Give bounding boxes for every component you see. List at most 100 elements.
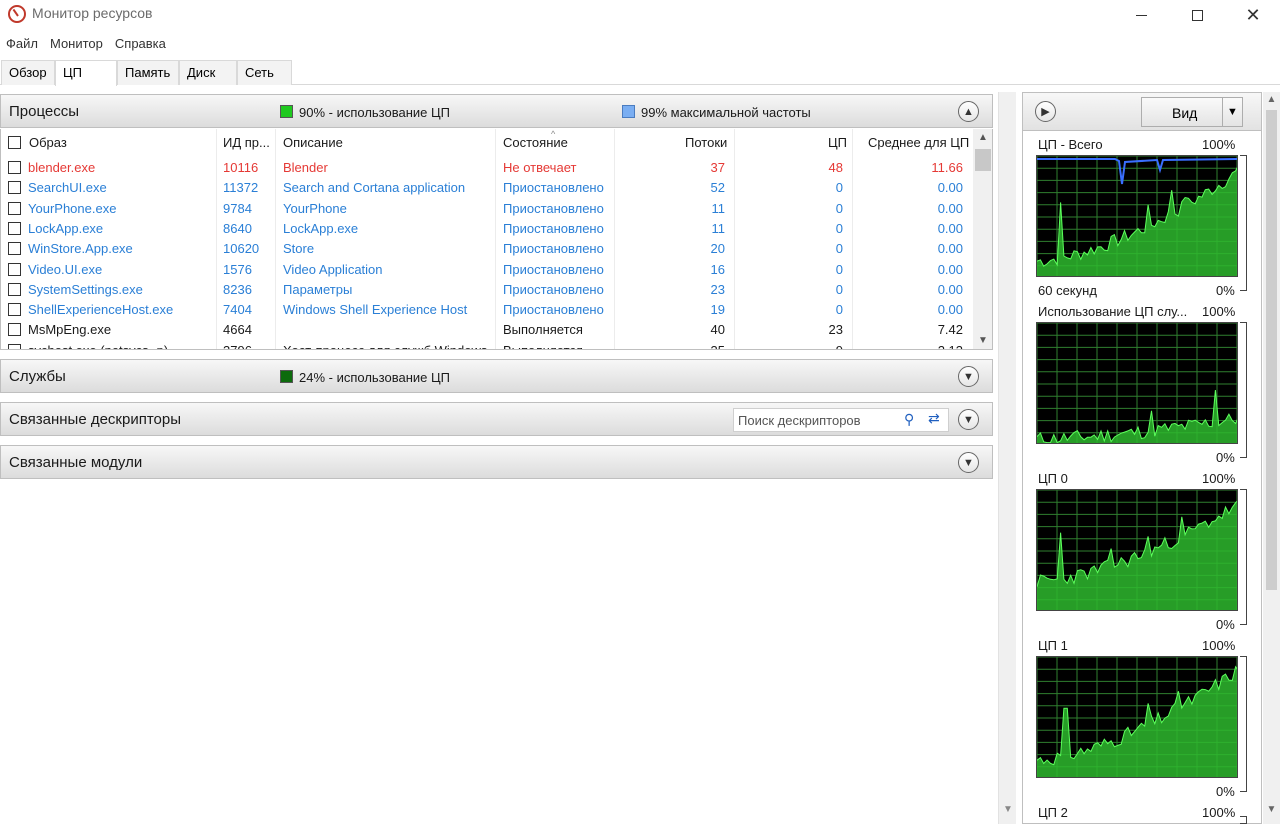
- scroll-down-icon[interactable]: ▼: [999, 804, 1017, 815]
- graphs-scrollbar[interactable]: ▲ ▼: [1263, 92, 1280, 824]
- window-title: Монитор ресурсов: [32, 5, 153, 21]
- cell-image: SystemSettings.exe: [28, 281, 143, 297]
- table-row[interactable]: WinStore.App.exe 10620 Store Приостановлено…: [1, 239, 973, 259]
- cell-desc: Blender: [283, 160, 328, 175]
- cell-cpu: 0: [835, 281, 843, 297]
- cell-image: blender.exe: [28, 160, 96, 175]
- tab-network[interactable]: Сеть: [237, 60, 292, 85]
- handles-search-input[interactable]: [738, 412, 898, 428]
- row-checkbox[interactable]: [8, 323, 21, 337]
- cell-state: Приостановлено: [503, 220, 604, 236]
- cell-image: LockApp.exe: [28, 220, 104, 236]
- processes-header[interactable]: Процессы 90% - использование ЦП 99% макс…: [0, 94, 993, 128]
- cell-cpu: 0: [835, 200, 843, 216]
- cell-pid: 10620: [223, 241, 260, 257]
- close-button[interactable]: ✕: [1230, 0, 1276, 30]
- table-row[interactable]: blender.exe 10116 Blender Не отвечает 37 48 11…: [1, 158, 973, 178]
- scroll-up-icon[interactable]: ▲: [973, 129, 992, 147]
- graph-title: ЦП 0: [1038, 471, 1068, 486]
- scroll-up-icon[interactable]: ▲: [1263, 94, 1280, 105]
- table-row[interactable]: MsMpEng.exe 4664 Выполняется 40 23 7.42: [1, 320, 973, 340]
- table-row[interactable]: Video.UI.exe 1576 Video Application Приоста…: [1, 260, 973, 280]
- tab-overview[interactable]: Обзор: [1, 60, 55, 85]
- cell-desc: Search and Cortana application: [283, 180, 466, 196]
- row-checkbox[interactable]: [8, 221, 21, 235]
- table-row[interactable]: LockApp.exe 8640 LockApp.exe Приостановлено…: [1, 219, 973, 239]
- processes-title: Процессы: [9, 103, 80, 120]
- cell-threads: 37: [710, 160, 725, 175]
- table-row[interactable]: ShellExperienceHost.exe 7404 Windows Shell…: [1, 300, 973, 320]
- processes-cpu-usage: 90% - использование ЦП: [299, 105, 450, 120]
- cpu1-graph: [1036, 656, 1238, 778]
- column-state[interactable]: Состояние: [503, 135, 568, 150]
- expand-handles-button[interactable]: ▼: [958, 409, 979, 430]
- graph-max: 100%: [1202, 805, 1236, 820]
- cell-image: YourPhone.exe: [28, 200, 117, 216]
- dropdown-arrow-icon[interactable]: ▼: [1222, 98, 1242, 126]
- chevron-up-icon: ▲: [963, 105, 974, 118]
- column-description[interactable]: Описание: [283, 135, 343, 150]
- menu-monitor[interactable]: Монитор: [44, 34, 109, 54]
- select-all-checkbox[interactable]: [8, 136, 21, 149]
- minimize-button[interactable]: [1118, 0, 1164, 30]
- collapse-graphs-button[interactable]: ▶: [1035, 101, 1056, 122]
- row-checkbox[interactable]: [8, 201, 21, 215]
- column-cpu[interactable]: ЦП: [828, 135, 847, 150]
- refresh-icon[interactable]: ⇄: [928, 410, 940, 427]
- cell-avg: 0.00: [937, 281, 963, 297]
- collapse-processes-button[interactable]: ▲: [958, 101, 979, 122]
- row-checkbox[interactable]: [8, 282, 21, 296]
- tab-disk[interactable]: Диск: [179, 60, 237, 85]
- menu-help[interactable]: Справка: [109, 34, 172, 54]
- scrollbar-thumb[interactable]: [975, 149, 991, 171]
- cell-cpu: 0: [835, 241, 843, 257]
- table-bottom-border: [0, 349, 993, 350]
- cell-desc: Параметры: [283, 281, 353, 297]
- cell-avg: 7.42: [937, 322, 963, 338]
- main-scrollbar[interactable]: ▼: [998, 92, 1016, 824]
- graph-max: 100%: [1202, 304, 1236, 319]
- scrollbar-thumb[interactable]: [1266, 110, 1277, 590]
- cell-state: Приостановлено: [503, 261, 604, 277]
- maximize-button[interactable]: [1174, 0, 1220, 30]
- processes-max-frequency: 99% максимальной частоты: [641, 105, 811, 120]
- close-icon: ✕: [1245, 4, 1261, 25]
- cpu0-graph-svg: [1037, 490, 1237, 610]
- table-row[interactable]: YourPhone.exe 9784 YourPhone Приостановлено…: [1, 199, 973, 219]
- expand-modules-button[interactable]: ▼: [958, 452, 979, 473]
- column-average-cpu[interactable]: Среднее для ЦП: [868, 135, 969, 150]
- services-header[interactable]: Службы 24% - использование ЦП ▼: [0, 359, 993, 393]
- cell-avg: 0.00: [937, 261, 963, 277]
- tab-memory[interactable]: Память: [117, 60, 179, 85]
- cell-cpu: 0: [835, 180, 843, 196]
- graph-min: 0%: [1216, 784, 1235, 799]
- table-row[interactable]: SystemSettings.exe 8236 Параметры Приостано…: [1, 280, 973, 300]
- cell-state: Приостановлено: [503, 241, 604, 257]
- modules-header[interactable]: Связанные модули ▼: [0, 445, 993, 479]
- service-cpu-graph: [1036, 322, 1238, 444]
- column-pid[interactable]: ИД пр...: [223, 135, 270, 150]
- row-checkbox[interactable]: [8, 303, 21, 317]
- scroll-down-icon[interactable]: ▼: [973, 332, 992, 350]
- table-row[interactable]: SearchUI.exe 11372 Search and Cortana appl…: [1, 178, 973, 198]
- tab-cpu[interactable]: ЦП: [55, 60, 117, 86]
- cell-pid: 7404: [223, 302, 252, 318]
- expand-services-button[interactable]: ▼: [958, 366, 979, 387]
- row-checkbox[interactable]: [8, 242, 21, 256]
- menu-file[interactable]: Файл: [0, 34, 44, 54]
- view-button[interactable]: Вид ▼: [1141, 97, 1243, 127]
- handles-search-box: ⚲ ⇄: [733, 408, 949, 432]
- column-image[interactable]: Образ: [29, 135, 67, 150]
- search-icon[interactable]: ⚲: [904, 411, 914, 428]
- row-checkbox[interactable]: [8, 262, 21, 276]
- column-threads[interactable]: Потоки: [685, 135, 727, 150]
- view-button-label: Вид: [1172, 105, 1198, 121]
- services-cpu-usage: 24% - использование ЦП: [299, 370, 450, 385]
- scroll-down-icon[interactable]: ▼: [1263, 804, 1280, 815]
- cpu-total-graph: [1036, 155, 1238, 277]
- processes-scrollbar[interactable]: ▲ ▼: [973, 129, 992, 350]
- graph-scale-bracket: [1240, 816, 1247, 824]
- row-checkbox[interactable]: [8, 161, 21, 174]
- graph-timespan: 60 секунд: [1038, 283, 1097, 298]
- row-checkbox[interactable]: [8, 181, 21, 195]
